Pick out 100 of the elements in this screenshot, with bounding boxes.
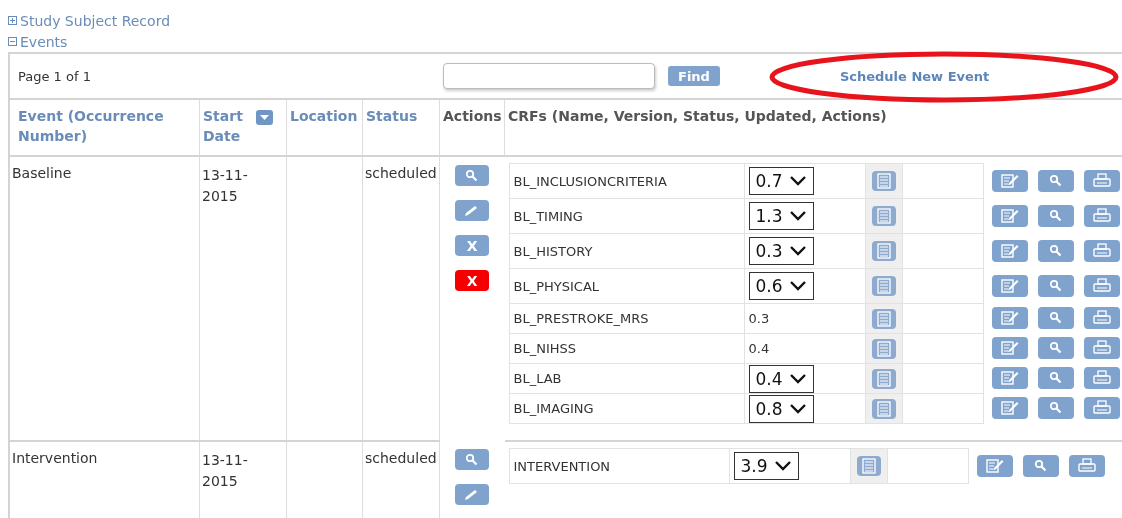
view-button[interactable] [1037, 367, 1074, 389]
crf-name: BL_NIHSS [513, 341, 576, 356]
crf-name: BL_HISTORY [513, 243, 593, 259]
printer-icon [1076, 457, 1097, 474]
document-icon[interactable] [871, 338, 896, 359]
edit-button[interactable] [455, 484, 490, 505]
crf-version: 0.3 [748, 311, 770, 326]
print-button[interactable] [1083, 397, 1120, 419]
column-header[interactable]: Event (Occurrence Number) [18, 106, 196, 146]
view-button[interactable] [1037, 397, 1074, 419]
pencil-document-icon [999, 242, 1020, 259]
document-icon[interactable] [871, 171, 896, 191]
enter-data-button[interactable] [991, 367, 1028, 389]
print-button[interactable] [1083, 169, 1120, 192]
search-icon [1048, 278, 1063, 293]
view-button[interactable] [1037, 337, 1074, 359]
table-cell-text: 13-11-2015 [202, 166, 249, 206]
enter-data-button[interactable] [991, 274, 1028, 297]
table-cell: Intervention [12, 450, 98, 466]
chevron-icon [788, 175, 807, 187]
print-button[interactable] [1083, 337, 1120, 359]
version-select[interactable]: 0.4 [748, 364, 814, 393]
chevron-icon [788, 210, 807, 222]
enter-data-button[interactable] [991, 307, 1028, 329]
version-select[interactable]: 3.9 [733, 452, 799, 480]
pencil-document-icon [999, 400, 1020, 416]
enter-data-button[interactable] [991, 239, 1028, 262]
table-cell: scheduled [365, 165, 437, 181]
view-button[interactable] [1037, 307, 1074, 329]
pencil-document-icon [999, 370, 1020, 386]
version-select[interactable]: 0.7 [748, 167, 814, 195]
search-icon [1048, 311, 1063, 325]
crf-name: BL_IMAGING [513, 401, 594, 416]
column-header[interactable]: Status [366, 106, 418, 126]
print-button[interactable] [1083, 274, 1120, 297]
printer-icon [1091, 370, 1112, 386]
remove-button[interactable]: X [455, 235, 490, 256]
print-button[interactable] [1083, 239, 1120, 262]
version-select[interactable]: 0.8 [748, 394, 814, 423]
table-cell: Baseline [12, 165, 72, 181]
page-info: Page 1 of 1 [18, 68, 92, 84]
search-icon [1033, 458, 1048, 473]
find-button[interactable]: Find [668, 66, 720, 86]
search-icon [1048, 173, 1063, 188]
enter-data-button[interactable] [976, 454, 1013, 477]
crf-name: INTERVENTION [513, 458, 611, 474]
search-icon [1048, 371, 1063, 385]
search-field[interactable] [443, 63, 655, 89]
print-button[interactable] [1083, 204, 1120, 227]
sort-icon[interactable] [255, 109, 273, 125]
delete-button[interactable]: X [455, 270, 490, 291]
column-header[interactable]: Start Date [203, 106, 251, 146]
crf-name: BL_PHYSICAL [513, 278, 599, 294]
enter-data-button[interactable] [991, 169, 1028, 192]
view-button[interactable] [1037, 204, 1074, 227]
document-icon[interactable] [856, 456, 881, 476]
enter-data-button[interactable] [991, 397, 1028, 419]
pencil-document-icon [999, 277, 1020, 294]
document-icon[interactable] [871, 206, 896, 226]
schedule-link[interactable]: Schedule New Event [839, 68, 990, 84]
enter-data-button[interactable] [991, 204, 1028, 227]
pencil-document-icon [999, 310, 1020, 326]
collapse-icon[interactable] [8, 37, 17, 46]
printer-icon [1091, 207, 1112, 224]
printer-icon [1091, 400, 1112, 416]
document-icon[interactable] [871, 241, 896, 261]
search-icon [1048, 208, 1063, 223]
view-button[interactable] [1037, 239, 1074, 262]
view-button[interactable] [1022, 454, 1059, 477]
version-select[interactable]: 1.3 [748, 202, 814, 230]
pencil-document-icon [999, 207, 1020, 224]
enter-data-button[interactable] [991, 337, 1028, 359]
edit-button[interactable] [455, 200, 490, 221]
expand-icon[interactable] [8, 16, 17, 25]
column-header[interactable]: Location [290, 106, 358, 126]
chevron-icon [788, 280, 807, 292]
view-button[interactable] [455, 449, 490, 470]
version-select[interactable]: 0.6 [748, 272, 814, 300]
document-icon[interactable] [871, 276, 896, 296]
section-link[interactable]: Study Subject Record [20, 12, 171, 29]
print-button[interactable] [1083, 307, 1120, 329]
view-button[interactable] [455, 165, 490, 186]
crf-name: BL_TIMING [513, 208, 583, 224]
document-icon[interactable] [871, 398, 896, 419]
print-button[interactable] [1068, 454, 1105, 477]
version-select[interactable]: 0.3 [748, 237, 814, 265]
printer-icon [1091, 277, 1112, 294]
chevron-icon [788, 402, 807, 415]
print-button[interactable] [1083, 367, 1120, 389]
document-icon[interactable] [871, 368, 896, 389]
view-button[interactable] [1037, 274, 1074, 297]
pencil-document-icon [984, 457, 1005, 474]
section-link[interactable]: Events [20, 33, 68, 50]
crf-name: BL_PRESTROKE_MRS [513, 311, 649, 326]
table-cell-text: 13-11-2015 [202, 451, 249, 491]
chevron-icon [773, 460, 792, 472]
crf-version: 0.4 [748, 341, 770, 356]
crf-name: BL_INCLUSIONCRITERIA [513, 173, 667, 189]
view-button[interactable] [1037, 169, 1074, 192]
document-icon[interactable] [871, 308, 896, 329]
